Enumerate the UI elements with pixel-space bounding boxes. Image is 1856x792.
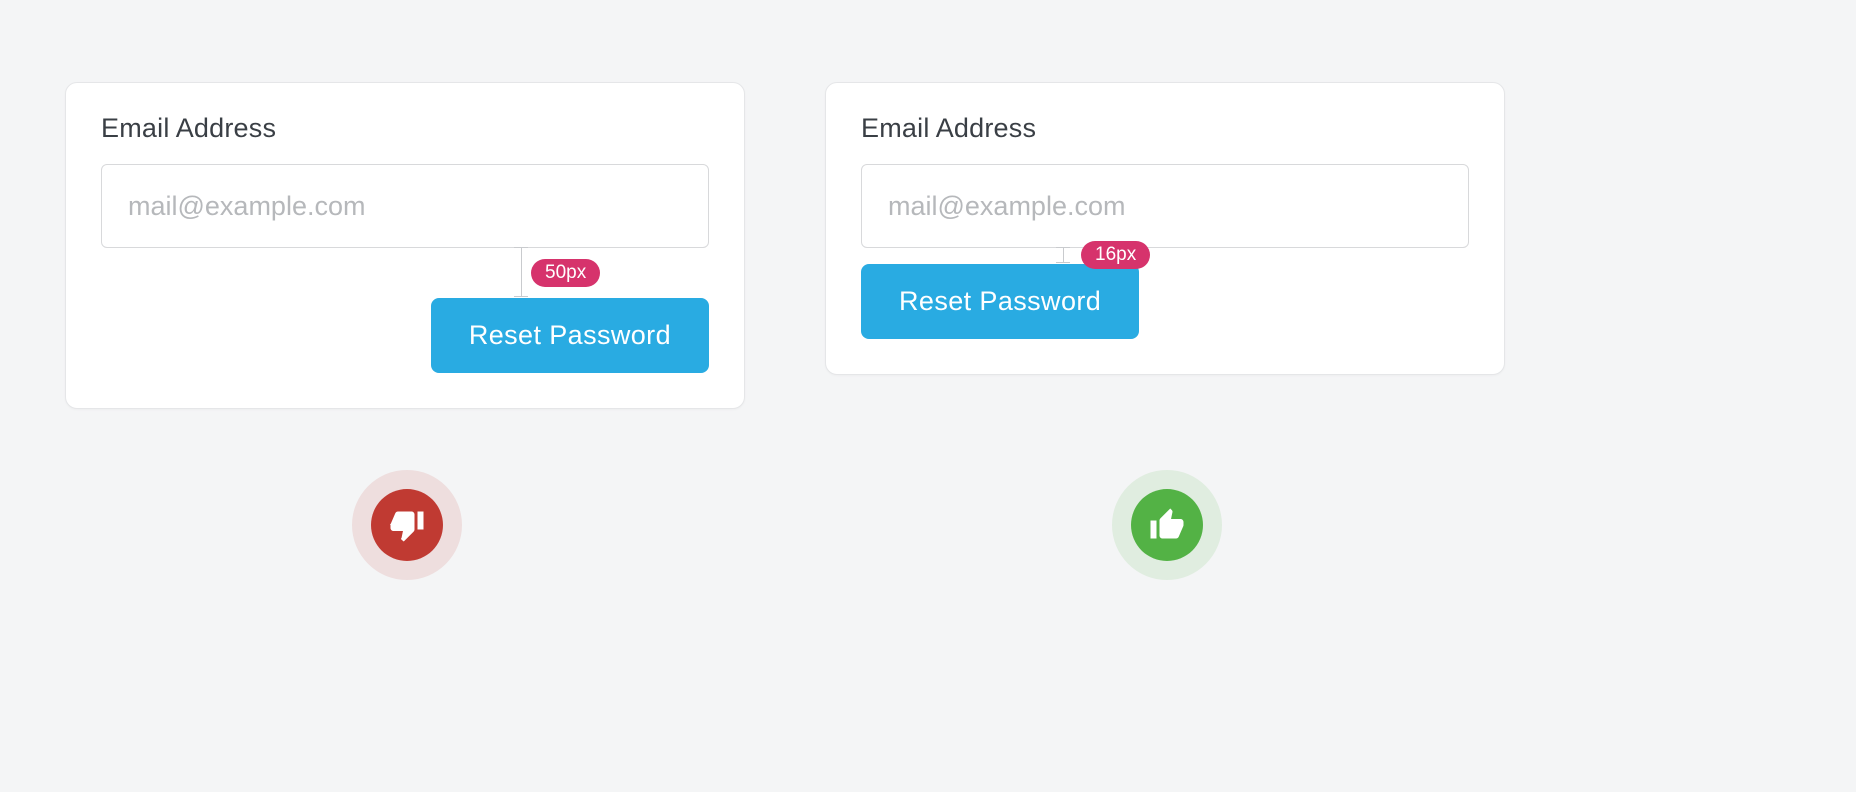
spacing-badge: 50px <box>531 259 600 287</box>
example-card-good: Email Address Reset Password 16px <box>825 82 1505 375</box>
email-field[interactable] <box>861 164 1469 248</box>
reset-password-button[interactable]: Reset Password <box>861 264 1139 339</box>
email-field[interactable] <box>101 164 709 248</box>
email-label: Email Address <box>861 113 1469 144</box>
email-label: Email Address <box>101 113 709 144</box>
example-card-bad: Email Address Reset Password 50px <box>65 82 745 409</box>
spacing-guide <box>514 247 528 297</box>
spacing-guide <box>1056 247 1070 263</box>
thumbs-down-icon <box>352 470 462 580</box>
thumbs-up-icon <box>1112 470 1222 580</box>
reset-password-button[interactable]: Reset Password <box>431 298 709 373</box>
